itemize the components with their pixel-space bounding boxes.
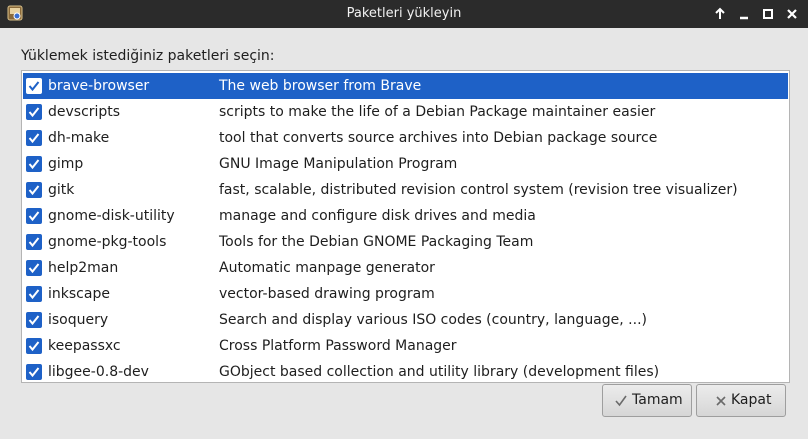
package-description: GNU Image Manipulation Program	[219, 156, 458, 172]
package-description: fast, scalable, distributed revision con…	[219, 182, 738, 198]
ok-button[interactable]: Tamam	[602, 384, 692, 417]
package-row[interactable]: inkscape vector-based drawing program	[23, 281, 788, 307]
package-description: Tools for the Debian GNOME Packaging Tea…	[219, 234, 534, 250]
package-name: dh-make	[48, 130, 110, 146]
package-row[interactable]: devscripts scripts to make the life of a …	[23, 99, 788, 125]
title-bar[interactable]: Paketleri yükleyin	[0, 0, 808, 28]
package-description: Automatic manpage generator	[219, 260, 435, 276]
package-row[interactable]: gnome-pkg-tools Tools for the Debian GNOM…	[23, 229, 788, 255]
package-list[interactable]: brave-browser The web browser from Brave d…	[21, 70, 790, 383]
package-name: gitk	[48, 182, 75, 198]
package-description: The web browser from Brave	[219, 78, 422, 94]
package-checkbox[interactable]	[26, 338, 42, 354]
package-row[interactable]: gnome-disk-utility manage and configure d…	[23, 203, 788, 229]
package-description: scripts to make the life of a Debian Pac…	[219, 104, 656, 120]
package-checkbox[interactable]	[26, 234, 42, 250]
maximize-icon[interactable]	[758, 4, 778, 24]
package-description: manage and configure disk drives and med…	[219, 208, 536, 224]
package-row[interactable]: isoquery Search and display various ISO c…	[23, 307, 788, 333]
close-button-label: Kapat	[731, 392, 772, 408]
package-name: inkscape	[48, 286, 110, 302]
package-checkbox[interactable]	[26, 78, 42, 94]
package-row[interactable]: keepassxc Cross Platform Password Manager	[23, 333, 788, 359]
close-button[interactable]: Kapat	[696, 384, 786, 417]
package-name: gnome-disk-utility	[48, 208, 175, 224]
package-name: help2man	[48, 260, 119, 276]
package-name: gimp	[48, 156, 84, 172]
instruction-label: Yüklemek istediğiniz paketleri seçin:	[21, 48, 275, 64]
x-icon	[714, 394, 728, 412]
package-description: Cross Platform Password Manager	[219, 338, 457, 354]
package-name: keepassxc	[48, 338, 121, 354]
package-checkbox[interactable]	[26, 312, 42, 328]
package-checkbox[interactable]	[26, 208, 42, 224]
shade-arrow-icon[interactable]	[710, 4, 730, 24]
package-checkbox[interactable]	[26, 182, 42, 198]
ok-button-label: Tamam	[632, 392, 683, 408]
minimize-icon[interactable]	[734, 4, 754, 24]
package-description: Search and display various ISO codes (co…	[219, 312, 647, 328]
package-checkbox[interactable]	[26, 104, 42, 120]
package-row[interactable]: dh-make tool that converts source archive…	[23, 125, 788, 151]
package-checkbox[interactable]	[26, 286, 42, 302]
package-row[interactable]: gimp GNU Image Manipulation Program	[23, 151, 788, 177]
package-row[interactable]: help2man Automatic manpage generator	[23, 255, 788, 281]
package-row[interactable]: libgee-0.8-dev GObject based collection a…	[23, 359, 788, 382]
package-checkbox[interactable]	[26, 130, 42, 146]
package-name: gnome-pkg-tools	[48, 234, 167, 250]
package-description: GObject based collection and utility lib…	[219, 364, 660, 380]
package-name: brave-browser	[48, 78, 150, 94]
package-row[interactable]: gitk fast, scalable, distributed revision…	[23, 177, 788, 203]
package-description: vector-based drawing program	[219, 286, 435, 302]
close-icon[interactable]	[782, 4, 802, 24]
package-row[interactable]: brave-browser The web browser from Brave	[23, 73, 788, 99]
window-title: Paketleri yükleyin	[346, 6, 462, 21]
package-name: libgee-0.8-dev	[48, 364, 149, 380]
checkmark-icon	[614, 394, 628, 412]
package-name: isoquery	[48, 312, 109, 328]
package-name: devscripts	[48, 104, 121, 120]
package-checkbox[interactable]	[26, 364, 42, 380]
package-checkbox[interactable]	[26, 260, 42, 276]
package-description: tool that converts source archives into …	[219, 130, 658, 146]
package-checkbox[interactable]	[26, 156, 42, 172]
